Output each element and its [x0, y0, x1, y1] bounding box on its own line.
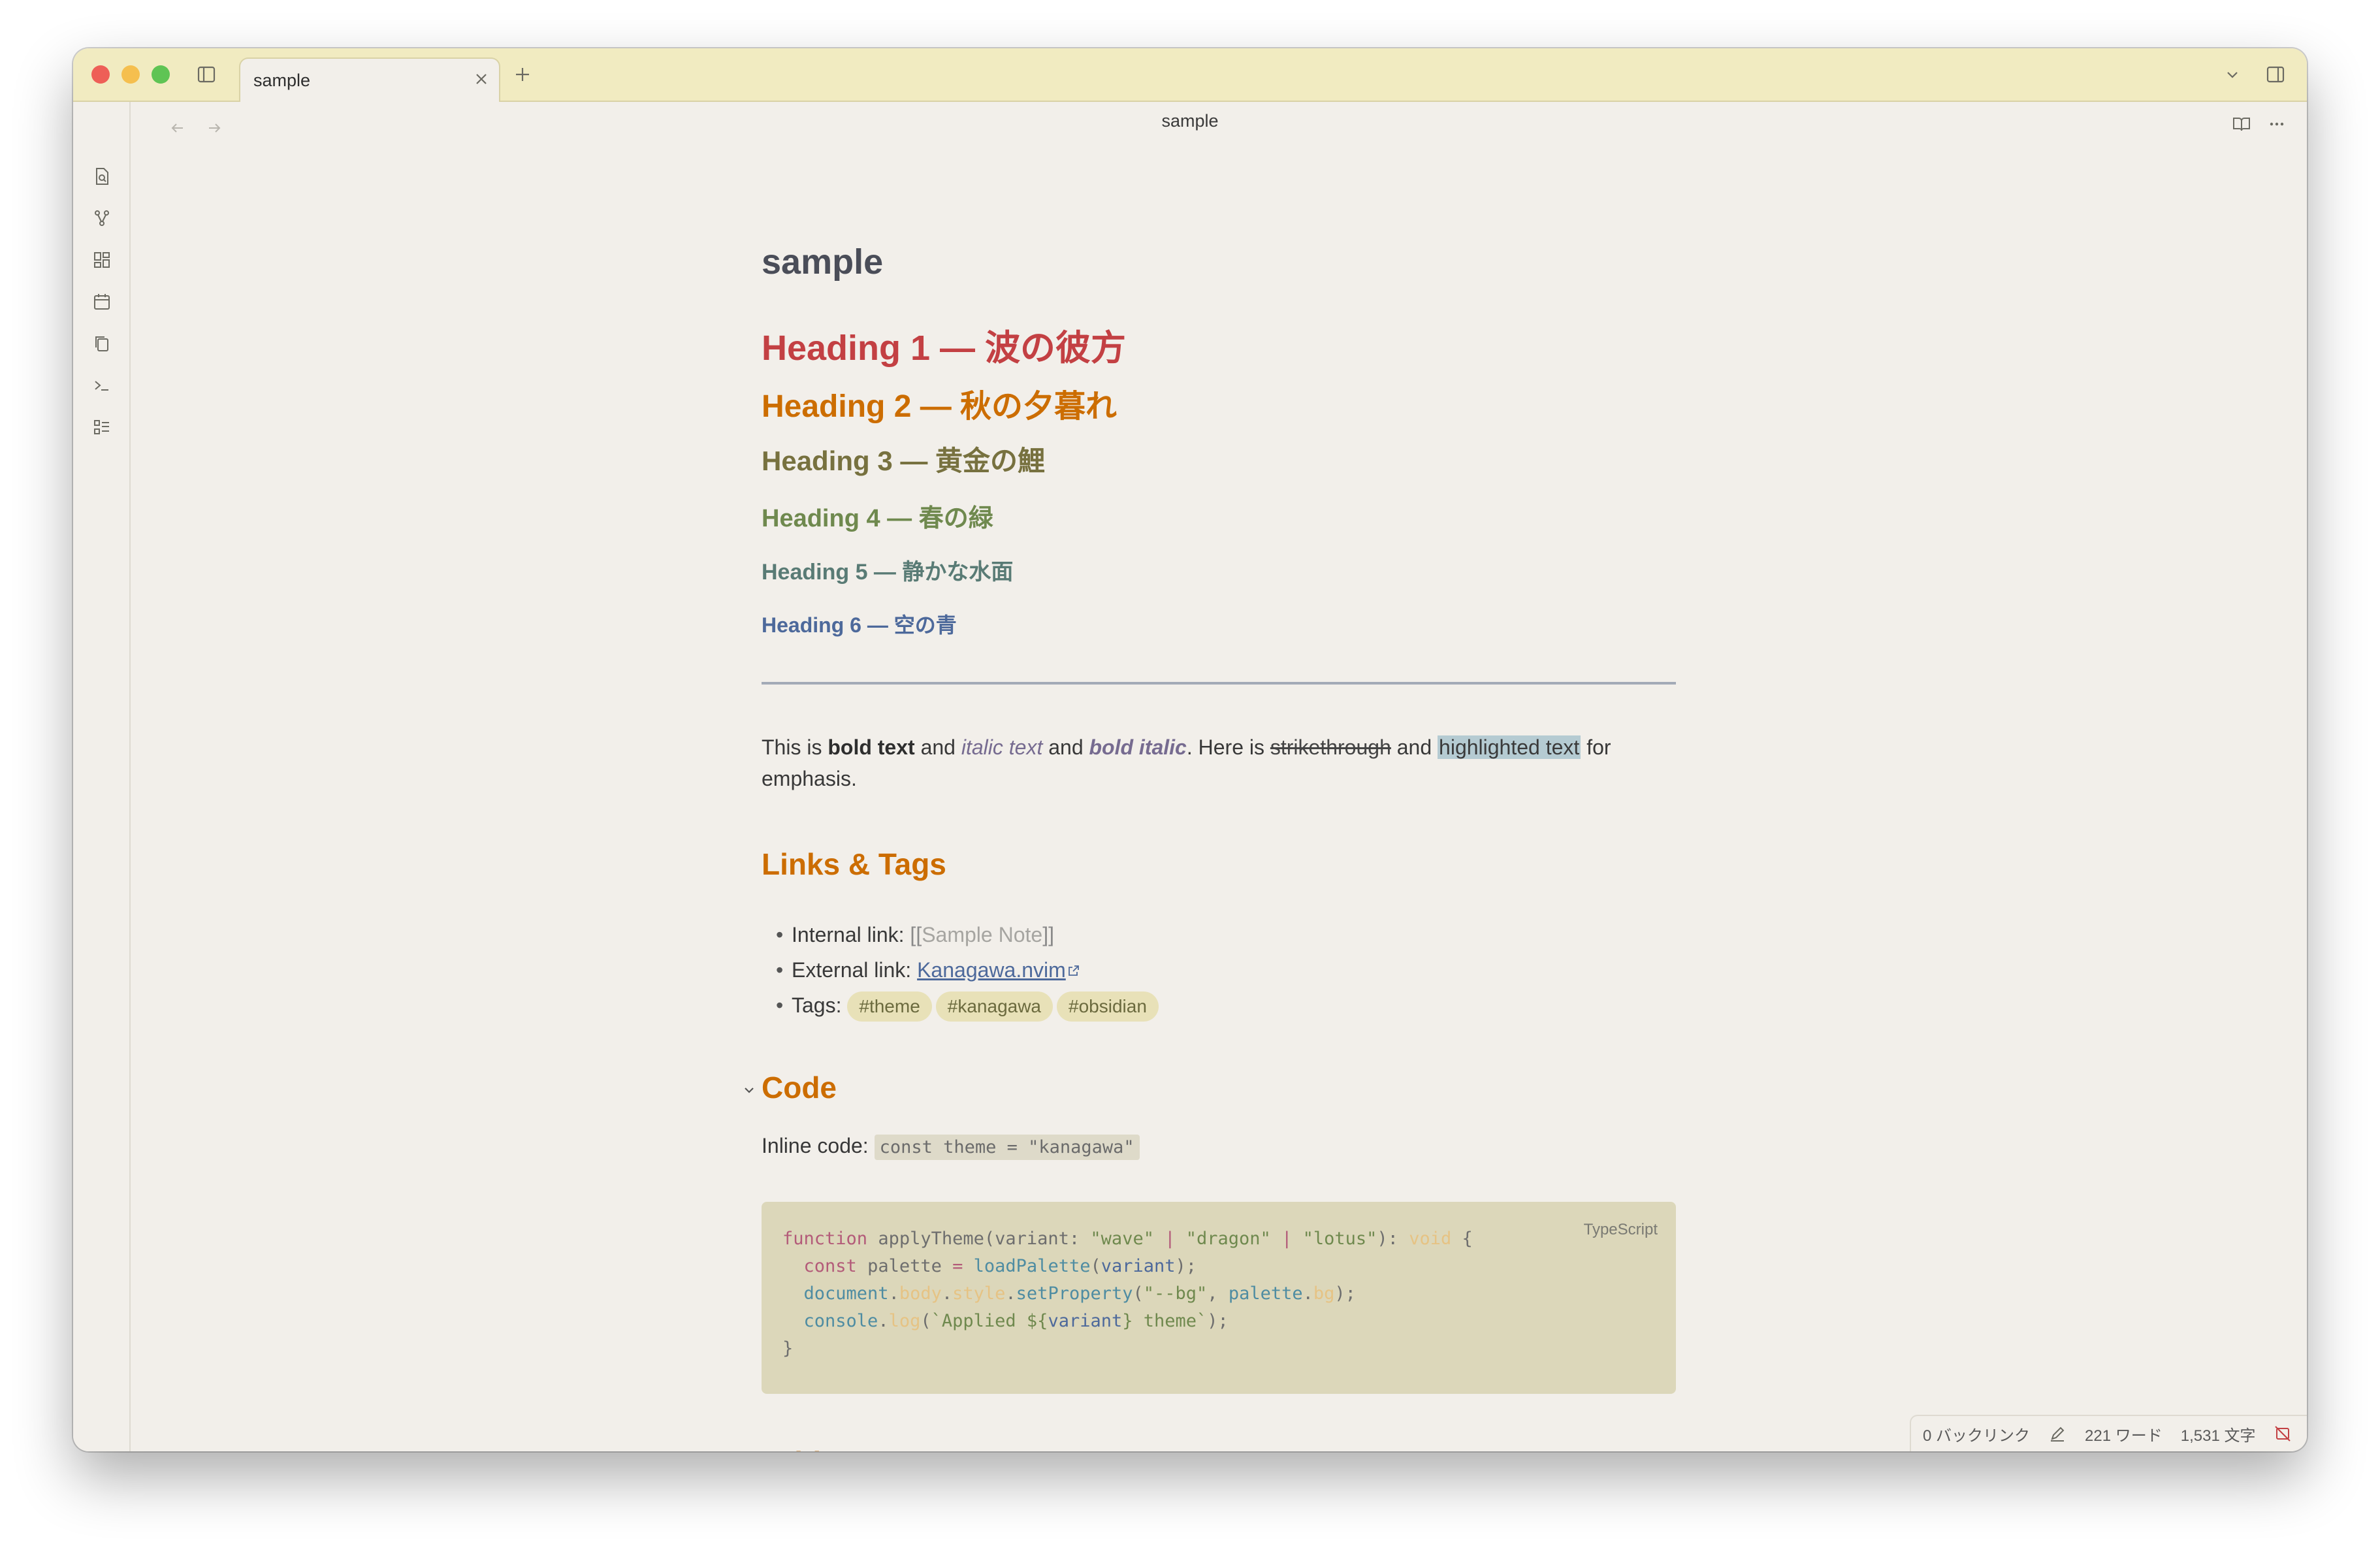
copy-icon[interactable]	[90, 332, 114, 355]
table-heading: Table	[762, 1445, 838, 1451]
char-count: 1,531 文字	[2180, 1427, 2256, 1445]
view-header-title[interactable]: sample	[73, 111, 2307, 131]
code-line: function applyTheme(variant: "wave" | "d…	[782, 1229, 1473, 1249]
ribbon	[73, 102, 131, 1451]
emphasis-paragraph: This is bold text and italic text and bo…	[762, 735, 1611, 790]
heading-2: Heading 2 — 秋の夕暮れ	[762, 389, 1118, 424]
strikethrough-text: strikethrough	[1270, 735, 1391, 759]
window-close-button[interactable]	[91, 65, 110, 84]
plus-icon[interactable]	[511, 63, 534, 86]
tab-sample[interactable]: sample	[239, 57, 500, 102]
calendar-icon[interactable]	[90, 290, 114, 314]
word-count: 221 ワード	[2085, 1427, 2163, 1445]
heading-5: Heading 5 — 静かな水面	[762, 560, 1014, 585]
code-lines: function applyTheme(variant: "wave" | "d…	[782, 1225, 1473, 1363]
right-sidebar-toggle-icon[interactable]	[2264, 63, 2287, 86]
inline-code-line: Inline code: const theme = "kanagawa"	[762, 1134, 1140, 1160]
tag-kanagawa[interactable]: #kanagawa	[935, 992, 1053, 1022]
left-sidebar-toggle-icon[interactable]	[195, 63, 218, 86]
code-heading: Code	[762, 1071, 837, 1105]
code-line: const palette = loadPalette(variant);	[803, 1256, 1197, 1276]
window-maximize-button[interactable]	[152, 65, 170, 84]
tag-obsidian[interactable]: #obsidian	[1057, 992, 1159, 1022]
window-minimize-button[interactable]	[121, 65, 140, 84]
list-item: Internal link: [[Sample Note]]	[776, 917, 1163, 952]
external-link-icon	[1066, 954, 1080, 976]
list-item: External link: Kanagawa.nvim	[776, 952, 1163, 988]
inline-title[interactable]: sample	[762, 242, 883, 282]
links-list: Internal link: [[Sample Note]] External …	[762, 917, 1163, 1023]
code-block[interactable]: TypeScript function applyTheme(variant: …	[762, 1202, 1676, 1394]
app-window: sample sample sample Heading 1 — 波の彼方 He…	[73, 48, 2307, 1451]
heading-6: Heading 6 — 空の青	[762, 613, 957, 637]
code-line: console.log(`Applied ${variant} theme`);	[803, 1311, 1229, 1331]
list-item: Tags: #theme#kanagawa#obsidian	[776, 988, 1163, 1023]
italic-text: italic text	[961, 735, 1043, 759]
internal-link[interactable]: Sample Note	[922, 923, 1042, 946]
tag-theme[interactable]: #theme	[847, 992, 932, 1022]
code-language-label: TypeScript	[1583, 1221, 1658, 1238]
file-search-icon[interactable]	[90, 165, 114, 188]
more-options-icon[interactable]	[2265, 112, 2289, 136]
checklist-icon[interactable]	[90, 415, 114, 439]
code-line: document.body.style.setProperty("--bg", …	[803, 1283, 1356, 1304]
status-bar: 0 バックリンク 221 ワード 1,531 文字	[1910, 1415, 2307, 1451]
bold-text: bold text	[828, 735, 915, 759]
heading-1: Heading 1 — 波の彼方	[762, 329, 1127, 368]
heading-4: Heading 4 — 春の緑	[762, 505, 993, 532]
horizontal-rule	[762, 682, 1676, 685]
close-icon[interactable]	[472, 69, 491, 89]
chevron-down-icon[interactable]	[2221, 63, 2244, 86]
code-line: }	[782, 1338, 794, 1359]
external-link[interactable]: Kanagawa.nvim	[917, 958, 1066, 982]
heading-3: Heading 3 — 黄金の鯉	[762, 445, 1046, 476]
terminal-icon[interactable]	[90, 374, 114, 397]
canvas-icon[interactable]	[90, 248, 114, 272]
sync-off-icon[interactable]	[2274, 1425, 2292, 1443]
backlink-count[interactable]: 0 バックリンク	[1923, 1423, 2030, 1445]
pencil-icon[interactable]	[2048, 1425, 2066, 1443]
tab-bar: sample	[73, 48, 2307, 102]
graph-view-icon[interactable]	[90, 206, 114, 230]
links-tags-heading: Links & Tags	[762, 847, 946, 881]
bold-italic-text: bold italic	[1089, 735, 1187, 759]
inline-code: const theme = "kanagawa"	[874, 1135, 1140, 1160]
book-open-icon[interactable]	[2230, 112, 2253, 136]
tab-label: sample	[253, 71, 311, 90]
fold-chevron-icon[interactable]	[741, 1082, 758, 1099]
highlighted-text: highlighted text	[1438, 735, 1581, 759]
